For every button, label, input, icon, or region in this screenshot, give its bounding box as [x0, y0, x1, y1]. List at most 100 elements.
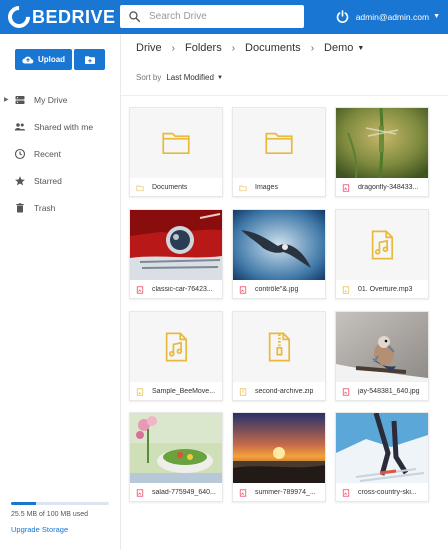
folder-icon	[162, 132, 190, 155]
sidebar-item-recent[interactable]: Recent	[0, 140, 120, 167]
sidebar-item-label: Shared with me	[34, 121, 94, 132]
file-label: 01. Overture.mp3	[336, 280, 428, 298]
file-label: Images	[233, 178, 325, 196]
file-preview	[336, 210, 428, 280]
file-name: Sample_BeeMove...	[152, 388, 216, 395]
file-card[interactable]: salad-775949_640...	[129, 412, 223, 502]
breadcrumb-item[interactable]: Documents	[245, 42, 301, 54]
power-icon	[336, 10, 348, 23]
chevron-right-icon: ›	[231, 42, 236, 54]
file-card[interactable]: summer-789974_...	[232, 412, 326, 502]
chevron-down-icon[interactable]: ▼	[357, 45, 364, 52]
image-file-icon	[342, 488, 350, 497]
file-card[interactable]: contrôle"&.jpg	[232, 209, 326, 299]
file-label: Sample_BeeMove...	[130, 382, 222, 400]
account-email: admin@admin.com	[355, 11, 430, 22]
people-icon	[14, 122, 26, 130]
file-name: cross-country-ski...	[358, 489, 417, 496]
sidebar-item-label: Recent	[34, 148, 61, 159]
logo[interactable]: BEDRIVE	[3, 1, 116, 33]
image-thumbnail	[233, 210, 325, 280]
sort-dropdown[interactable]: Last Modified	[166, 73, 214, 82]
file-name: summer-789974_...	[255, 489, 316, 496]
clock-icon	[14, 148, 26, 159]
search-box[interactable]	[120, 5, 304, 28]
file-label: jay-548381_640.jpg	[336, 382, 428, 400]
logo-mark-icon	[3, 1, 35, 33]
file-name: Images	[255, 184, 278, 191]
sidebar-nav: ▶ My Drive Shared with me Recent Starred…	[0, 86, 120, 221]
file-card[interactable]: cross-country-ski...	[335, 412, 429, 502]
breadcrumb-item[interactable]: Folders	[185, 42, 222, 54]
upload-button[interactable]: Upload	[15, 49, 72, 70]
sidebar-item-my-drive[interactable]: ▶ My Drive	[0, 86, 120, 113]
sidebar-item-trash[interactable]: Trash	[0, 194, 120, 221]
upgrade-storage-link[interactable]: Upgrade Storage	[11, 525, 68, 534]
folder-card[interactable]: Images	[232, 107, 326, 197]
image-thumbnail	[130, 413, 222, 483]
drive-icon	[15, 95, 25, 104]
image-thumbnail	[336, 413, 428, 483]
search-input[interactable]	[149, 11, 289, 22]
image-file-icon	[239, 488, 247, 497]
file-card[interactable]: jay-548381_640.jpg	[335, 311, 429, 401]
file-label: summer-789974_...	[233, 483, 325, 501]
storage-text: 25.5 MB of 100 MB used	[11, 511, 89, 518]
file-card[interactable]: Sample_BeeMove...	[129, 311, 223, 401]
file-card[interactable]: classic-car-76423...	[129, 209, 223, 299]
file-name: jay-548381_640.jpg	[358, 388, 420, 395]
sidebar-item-shared[interactable]: Shared with me	[0, 113, 120, 140]
new-folder-button[interactable]	[74, 49, 105, 70]
image-thumbnail	[233, 413, 325, 483]
storage-progress-bar	[11, 502, 109, 505]
sort-label: Sort by	[136, 73, 162, 82]
image-file-icon	[342, 387, 350, 396]
file-card[interactable]: 01. Overture.mp3	[335, 209, 429, 299]
breadcrumb: Drive › Folders › Documents › Demo ▼	[136, 42, 364, 54]
file-name: second-archive.zip	[255, 388, 314, 395]
image-file-icon	[136, 285, 144, 294]
breadcrumb-item[interactable]: Drive	[136, 42, 162, 54]
file-preview	[336, 312, 428, 382]
file-name: classic-car-76423...	[152, 286, 213, 293]
image-file-icon	[239, 285, 247, 294]
folder-small-icon	[136, 185, 144, 191]
top-bar: BEDRIVE admin@admin.com ▼	[0, 0, 448, 34]
folder-card[interactable]: Documents	[129, 107, 223, 197]
file-label: cross-country-ski...	[336, 483, 428, 501]
file-preview	[233, 312, 325, 382]
file-card[interactable]: dragonfly-348433...	[335, 107, 429, 197]
trash-icon	[16, 202, 24, 212]
file-card[interactable]: second-archive.zip	[232, 311, 326, 401]
image-thumbnail	[130, 210, 222, 280]
file-preview	[130, 413, 222, 483]
storage-meter: 25.5 MB of 100 MB used Upgrade Storage	[11, 502, 109, 537]
sidebar-item-starred[interactable]: Starred	[0, 167, 120, 194]
account-menu[interactable]: admin@admin.com ▼	[335, 9, 440, 24]
expand-arrow-icon[interactable]: ▶	[4, 96, 9, 103]
file-preview	[233, 210, 325, 280]
archive-small-icon	[239, 387, 247, 396]
folder-icon	[265, 132, 293, 155]
file-label: classic-car-76423...	[130, 280, 222, 298]
file-preview	[233, 413, 325, 483]
file-label: Documents	[130, 178, 222, 196]
folder-plus-icon	[84, 55, 95, 64]
upload-label: Upload	[37, 55, 66, 64]
folder-small-icon	[239, 185, 247, 191]
chevron-down-icon: ▼	[433, 13, 440, 20]
chevron-down-icon[interactable]: ▼	[217, 75, 223, 81]
file-preview	[336, 413, 428, 483]
sidebar-item-label: Starred	[34, 175, 62, 186]
file-preview	[130, 210, 222, 280]
file-preview	[233, 108, 325, 178]
image-file-icon	[136, 488, 144, 497]
breadcrumb-current[interactable]: Demo	[324, 42, 353, 54]
audio-small-icon	[342, 285, 350, 294]
image-file-icon	[342, 183, 350, 192]
logo-text: BEDRIVE	[32, 6, 116, 27]
divider	[121, 95, 448, 96]
sidebar-item-label: My Drive	[34, 94, 68, 105]
audio-file-icon	[371, 230, 394, 260]
file-preview	[130, 312, 222, 382]
